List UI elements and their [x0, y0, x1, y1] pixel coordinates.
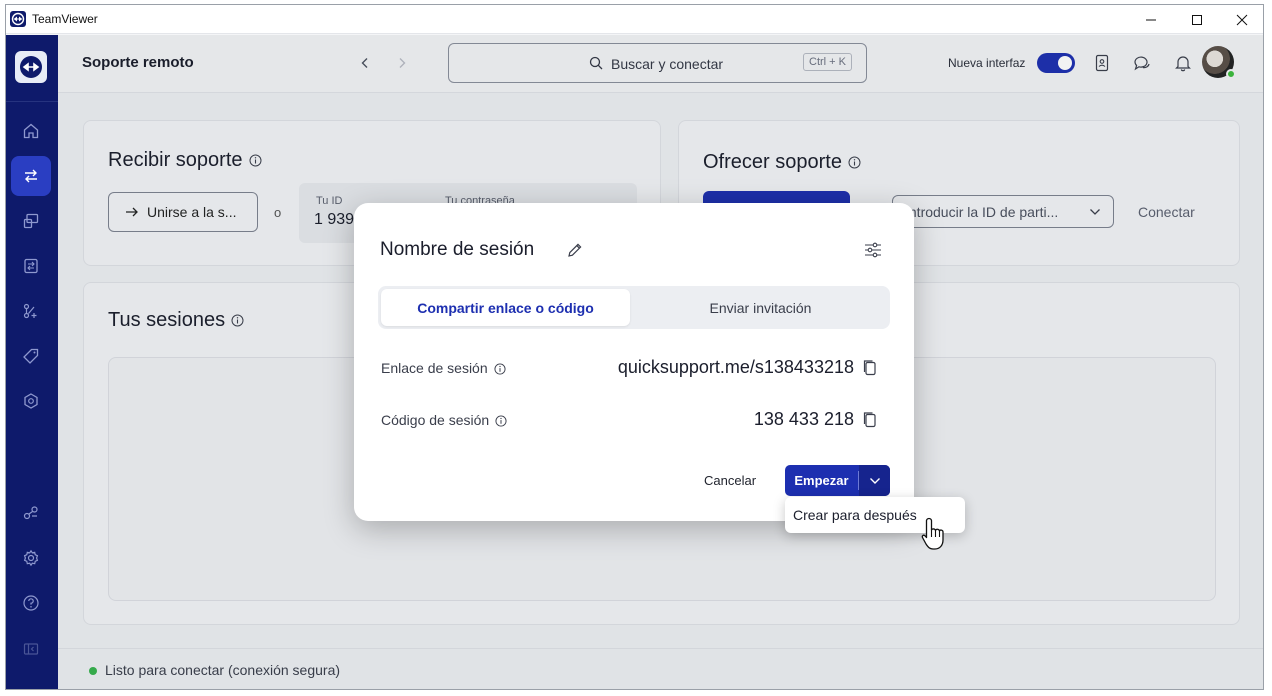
maximize-button[interactable]	[1174, 5, 1220, 34]
sidebar-item-settings[interactable]	[11, 538, 51, 578]
hand-cursor-icon	[921, 517, 944, 550]
share-mode-tabs: Compartir enlace o código Enviar invitac…	[378, 286, 890, 329]
sidebar-item-integrations[interactable]	[11, 291, 51, 331]
tag-icon	[23, 348, 39, 364]
remote-access-icon	[23, 213, 39, 229]
chevron-down-icon	[869, 477, 880, 484]
sidebar-item-tags[interactable]	[11, 336, 51, 376]
teamviewer-logo-icon	[10, 11, 26, 27]
tab-share-link-or-code[interactable]: Compartir enlace o código	[381, 289, 630, 326]
sidebar-item-community[interactable]	[11, 493, 51, 533]
copy-icon[interactable]	[862, 359, 878, 377]
session-code-value[interactable]: 138 433 218	[754, 409, 854, 430]
settings-icon	[23, 549, 39, 567]
sidebar-item-remote-access[interactable]	[11, 201, 51, 241]
file-transfer-icon	[24, 258, 38, 274]
minimize-icon	[1146, 19, 1156, 20]
remote-support-icon	[25, 169, 37, 183]
session-link-label: Enlace de sesión	[381, 360, 488, 376]
integrations-icon	[23, 303, 37, 319]
menu-item-create-for-later[interactable]: Crear para después	[793, 507, 917, 523]
pencil-icon[interactable]	[566, 241, 584, 259]
session-link-value[interactable]: quicksupport.me/s138433218	[618, 357, 854, 378]
device-settings-icon	[24, 393, 38, 409]
session-code-label-row: Código de sesión	[381, 412, 507, 428]
home-icon	[23, 123, 39, 139]
start-split-button: Empezar	[785, 465, 890, 496]
start-button[interactable]: Empezar	[785, 465, 858, 496]
help-icon	[23, 595, 39, 611]
community-icon	[23, 506, 38, 520]
teamviewer-logo-icon	[20, 56, 42, 78]
close-button[interactable]	[1219, 5, 1263, 34]
sidebar-item-help[interactable]	[11, 583, 51, 623]
start-options-dropdown-button[interactable]	[859, 465, 890, 496]
session-name-title: Nombre de sesión	[380, 239, 535, 260]
cancel-button[interactable]: Cancelar	[704, 473, 756, 488]
session-dialog: Nombre de sesión Compartir enlace o códi…	[354, 203, 914, 521]
session-link-label-row: Enlace de sesión	[381, 360, 506, 376]
session-code-label: Código de sesión	[381, 412, 490, 428]
sidebar-collapse-button[interactable]	[11, 629, 51, 669]
copy-icon[interactable]	[862, 411, 878, 429]
tab-send-invitation[interactable]: Enviar invitación	[634, 289, 887, 326]
maximize-icon	[1192, 14, 1202, 25]
minimize-button[interactable]	[1128, 5, 1174, 34]
close-icon	[1236, 14, 1248, 25]
window-title: TeamViewer	[32, 12, 98, 26]
info-icon[interactable]	[495, 415, 507, 427]
sliders-icon[interactable]	[863, 241, 883, 259]
sidebar-item-remote-support[interactable]	[11, 156, 51, 196]
app-logo[interactable]	[15, 51, 47, 83]
sidebar-item-device-settings[interactable]	[11, 381, 51, 421]
title-bar: TeamViewer	[6, 5, 1263, 34]
sidebar-item-file-transfer[interactable]	[11, 246, 51, 286]
sidebar-divider	[6, 101, 58, 102]
info-icon[interactable]	[494, 363, 506, 375]
sidebar-item-home[interactable]	[11, 111, 51, 151]
collapse-icon	[23, 643, 39, 655]
sidebar	[6, 35, 58, 689]
